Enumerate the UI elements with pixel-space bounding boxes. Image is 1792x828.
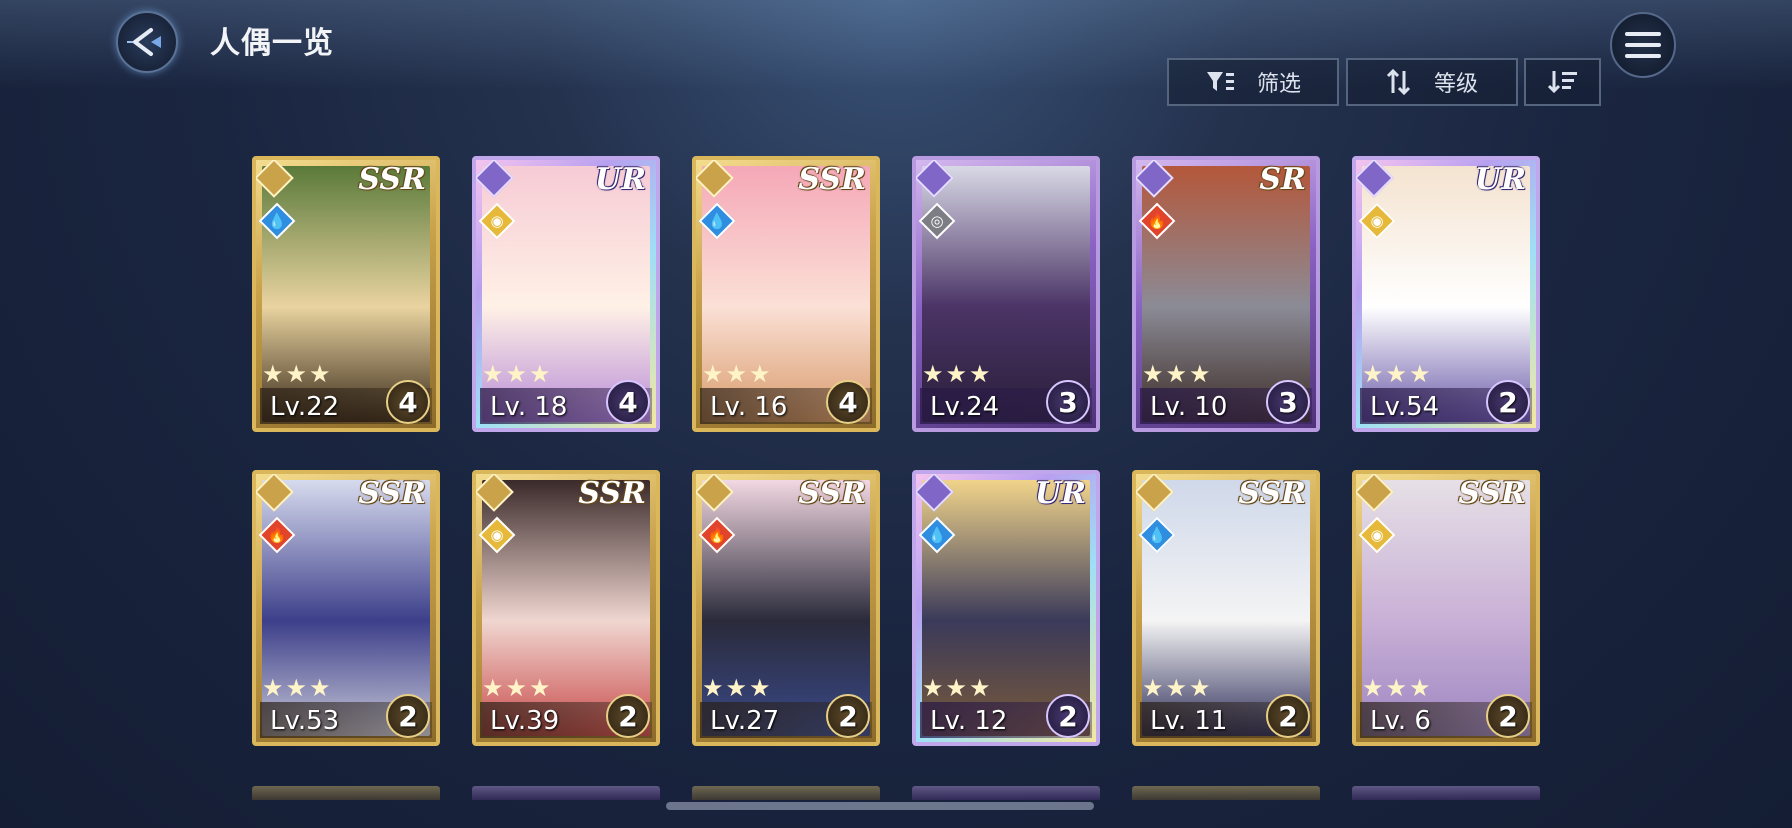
character-card[interactable]: 💧 SSR ★★★ Lv.22 4 bbox=[252, 156, 440, 432]
rarity-label: SSR bbox=[798, 476, 866, 511]
breakthrough-count-badge: 4 bbox=[386, 380, 430, 424]
rarity-label: UR bbox=[1034, 476, 1086, 511]
rarity-label: SR bbox=[1259, 162, 1306, 197]
star-rating: ★★★ bbox=[922, 360, 993, 388]
card-row-peek bbox=[1352, 786, 1540, 800]
character-card[interactable]: ◉ UR ★★★ Lv. 18 4 bbox=[472, 156, 660, 432]
filter-button[interactable]: 筛选 bbox=[1167, 58, 1339, 106]
hamburger-menu-icon bbox=[1625, 32, 1661, 58]
star-rating: ★★★ bbox=[922, 674, 993, 702]
level-label: Lv. 12 bbox=[930, 706, 1008, 736]
breakthrough-count-badge: 3 bbox=[1266, 380, 1310, 424]
character-card[interactable]: ◎ ★★★ Lv.24 3 bbox=[912, 156, 1100, 432]
level-label: Lv.54 bbox=[1370, 392, 1440, 422]
level-label: Lv. 11 bbox=[1150, 706, 1228, 736]
breakthrough-count-badge: 2 bbox=[1486, 694, 1530, 738]
star-rating: ★★★ bbox=[702, 360, 773, 388]
character-card[interactable]: 💧 SSR ★★★ Lv. 16 4 bbox=[692, 156, 880, 432]
menu-button[interactable] bbox=[1610, 12, 1676, 78]
rarity-label: UR bbox=[594, 162, 646, 197]
rarity-label: SSR bbox=[1238, 476, 1306, 511]
sort-arrows-icon bbox=[1386, 69, 1411, 95]
card-row-peek bbox=[472, 786, 660, 800]
breakthrough-count-badge: 2 bbox=[386, 694, 430, 738]
star-rating: ★★★ bbox=[1362, 674, 1433, 702]
back-arrow-icon bbox=[116, 11, 178, 73]
level-label: Lv. 10 bbox=[1150, 392, 1228, 422]
breakthrough-count-badge: 4 bbox=[606, 380, 650, 424]
level-label: Lv.27 bbox=[710, 706, 780, 736]
star-rating: ★★★ bbox=[1362, 360, 1433, 388]
filter-icon bbox=[1206, 72, 1234, 91]
breakthrough-count-badge: 2 bbox=[606, 694, 650, 738]
character-card[interactable]: 💧 SSR ★★★ Lv. 11 2 bbox=[1132, 470, 1320, 746]
rarity-label: SSR bbox=[358, 162, 426, 197]
breakthrough-count-badge: 2 bbox=[1046, 694, 1090, 738]
back-button[interactable] bbox=[112, 11, 182, 73]
character-card[interactable]: 🔥 SSR ★★★ Lv.27 2 bbox=[692, 470, 880, 746]
star-rating: ★★★ bbox=[482, 674, 553, 702]
star-rating: ★★★ bbox=[1142, 360, 1213, 388]
star-rating: ★★★ bbox=[702, 674, 773, 702]
character-card[interactable]: ◉ SSR ★★★ Lv. 62 bbox=[1352, 470, 1540, 746]
filter-label: 筛选 bbox=[1256, 72, 1301, 97]
breakthrough-count-badge: 2 bbox=[826, 694, 870, 738]
sort-label: 等级 bbox=[1433, 72, 1478, 97]
level-label: Lv.24 bbox=[930, 392, 1000, 422]
rarity-label: UR bbox=[1474, 162, 1526, 197]
card-row-peek bbox=[1132, 786, 1320, 800]
sort-button[interactable]: 等级 bbox=[1346, 58, 1518, 106]
rarity-label: SSR bbox=[1458, 476, 1526, 511]
level-label: Lv. 6 bbox=[1370, 706, 1431, 736]
sort-descending-icon bbox=[1547, 71, 1577, 94]
character-card[interactable]: ◉ SSR ★★★ Lv.39 2 bbox=[472, 470, 660, 746]
level-label: Lv.53 bbox=[270, 706, 340, 736]
breakthrough-count-badge: 3 bbox=[1046, 380, 1090, 424]
character-card[interactable]: ◉ UR ★★★ Lv.54 2 bbox=[1352, 156, 1540, 432]
rarity-label: SSR bbox=[798, 162, 866, 197]
rarity-label: SSR bbox=[578, 476, 646, 511]
page-title: 人偶一览 bbox=[210, 26, 334, 61]
breakthrough-count-badge: 2 bbox=[1266, 694, 1310, 738]
scrollbar[interactable] bbox=[666, 802, 1094, 810]
level-label: Lv.39 bbox=[490, 706, 560, 736]
character-card[interactable]: 🔥 SSR ★★★ Lv.53 2 bbox=[252, 470, 440, 746]
breakthrough-count-badge: 4 bbox=[826, 380, 870, 424]
rarity-label: SSR bbox=[358, 476, 426, 511]
breakthrough-count-badge: 2 bbox=[1486, 380, 1530, 424]
character-card[interactable]: 💧 UR ★★★ Lv. 12 2 bbox=[912, 470, 1100, 746]
level-label: Lv. 16 bbox=[710, 392, 788, 422]
character-card[interactable]: 🔥 SR ★★★ Lv. 10 3 bbox=[1132, 156, 1320, 432]
card-row-peek bbox=[912, 786, 1100, 800]
level-label: Lv. 18 bbox=[490, 392, 568, 422]
level-label: Lv.22 bbox=[270, 392, 340, 422]
star-rating: ★★★ bbox=[262, 360, 333, 388]
star-rating: ★★★ bbox=[482, 360, 553, 388]
card-row-peek bbox=[252, 786, 440, 800]
star-rating: ★★★ bbox=[1142, 674, 1213, 702]
card-row-peek bbox=[692, 786, 880, 800]
sort-order-button[interactable] bbox=[1524, 58, 1601, 106]
star-rating: ★★★ bbox=[262, 674, 333, 702]
